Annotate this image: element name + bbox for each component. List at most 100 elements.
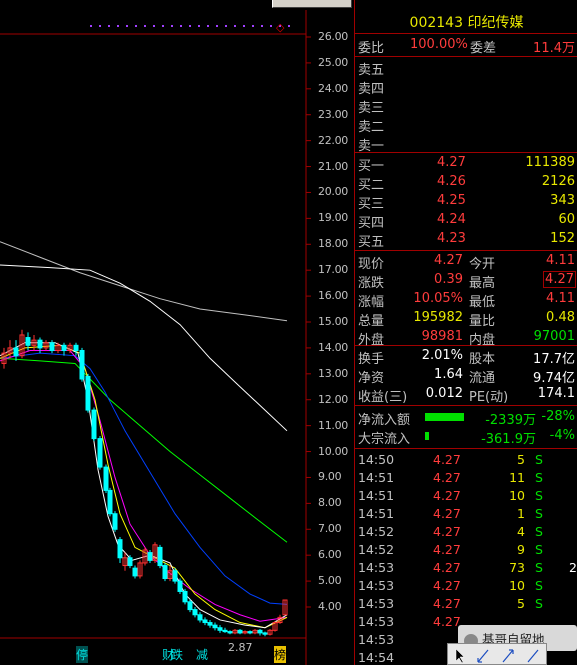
buy-label: 买二 xyxy=(358,178,385,193)
candle-body xyxy=(157,546,163,567)
candle-body xyxy=(207,622,213,626)
marker-dot xyxy=(207,25,209,27)
trade-volume: 9 xyxy=(517,542,525,557)
price-tick-label: 4.00 xyxy=(318,600,342,613)
trade-row: 14:52 4.27 4 S xyxy=(355,523,577,541)
trade-row: 14:53 4.27 73 S 2 xyxy=(355,559,577,577)
trade-time: 14:53 xyxy=(358,614,395,629)
trade-side: S xyxy=(535,578,543,593)
candle-body xyxy=(192,609,198,616)
candle-body xyxy=(61,344,67,351)
tag-reduce[interactable]: 减 xyxy=(196,646,208,663)
candle-body xyxy=(162,565,168,580)
candle-body xyxy=(112,513,118,530)
price-tick-label: 21.00 xyxy=(318,159,348,173)
marker-dot xyxy=(261,25,263,27)
buy-label: 买四 xyxy=(358,216,385,231)
quote-value: 4.27 xyxy=(543,271,576,288)
trade-side: S xyxy=(535,542,543,557)
trade-time: 14:53 xyxy=(358,596,395,611)
fundamental-label: 股本 xyxy=(469,352,496,367)
candle-body xyxy=(217,627,223,631)
fundamental-label: 净资 xyxy=(358,371,385,386)
weibi-value: 100.00% xyxy=(410,37,468,52)
trade-time: 14:50 xyxy=(358,452,395,467)
buy-price: 4.23 xyxy=(437,231,466,246)
candle-body xyxy=(247,631,253,634)
marker-dot xyxy=(189,25,191,27)
marker-dot xyxy=(144,25,146,27)
quote-row: 外盘 98981 内盘 97001 xyxy=(355,328,577,348)
ma-line-5 xyxy=(0,342,288,629)
price-tick-label: 23.00 xyxy=(318,107,348,121)
flow-label: 净流入额 xyxy=(358,413,411,428)
quote-row: 总量 195982 量比 0.48 xyxy=(355,309,577,329)
candle-body xyxy=(227,631,233,634)
flow-percent: -28% xyxy=(541,409,575,424)
trade-time: 14:51 xyxy=(358,488,395,503)
trade-side: S xyxy=(535,452,543,467)
quote-label: 现价 xyxy=(358,257,385,272)
quote-row: 现价 4.27 今开 4.11 xyxy=(355,252,577,272)
trade-tail: 2 xyxy=(569,560,577,575)
trade-price: 4.27 xyxy=(433,506,461,521)
trade-side: S xyxy=(535,524,543,539)
stock-code: 002143 xyxy=(409,15,463,31)
trade-row: 14:51 4.27 11 S xyxy=(355,469,577,487)
trade-price: 4.27 xyxy=(433,470,461,485)
flow-value: -361.9万 xyxy=(481,432,536,447)
price-tick-label: 26.00 xyxy=(318,30,348,43)
buy-row: 买五 4.23 152 xyxy=(355,230,577,250)
candle-body xyxy=(257,629,263,634)
weibi-row: 委比 100.00% 委差 11.4万 xyxy=(355,36,577,56)
price-tick-label: 19.00 xyxy=(318,211,348,225)
sell-row: 卖五 xyxy=(355,58,577,78)
trade-volume: 4 xyxy=(517,524,525,539)
candle-body xyxy=(103,466,109,491)
sell-row: 卖二 xyxy=(355,115,577,135)
tag-list[interactable]: 榜 xyxy=(274,646,287,663)
marker-dot xyxy=(153,25,155,27)
quote-row: 涨幅 10.05% 最低 4.11 xyxy=(355,290,577,310)
trade-price: 4.27 xyxy=(433,542,461,557)
trade-time: 14:54 xyxy=(358,650,395,665)
trade-volume: 73 xyxy=(509,560,525,575)
trade-time: 14:53 xyxy=(358,632,395,647)
sell-label: 卖四 xyxy=(358,82,385,97)
candle-body xyxy=(13,347,19,357)
buy-row: 买二 4.26 2126 xyxy=(355,173,577,193)
marker-dot xyxy=(117,25,119,27)
candle-body xyxy=(117,539,123,559)
candle-body xyxy=(73,344,79,351)
trade-time: 14:51 xyxy=(358,506,395,521)
tag-stop[interactable]: 停 xyxy=(76,646,89,663)
quote-label: 最低 xyxy=(469,295,496,310)
kline-canvas[interactable] xyxy=(0,10,354,665)
buy-label: 买一 xyxy=(358,159,385,174)
tag-drop[interactable]: 跌 xyxy=(171,646,183,663)
quote-panel: 002143 印纪传媒 委比 100.00% 委差 11.4万 卖五 卖四 卖三 卖二… xyxy=(354,0,577,665)
trade-price: 4.27 xyxy=(433,596,461,611)
ma-line-30 xyxy=(0,357,288,543)
price-tick-label: 20.00 xyxy=(318,185,348,199)
candle-body xyxy=(177,580,183,592)
fundamental-label: 换手 xyxy=(358,352,385,367)
sell-row: 卖四 xyxy=(355,77,577,97)
trade-row: 14:51 4.27 10 S xyxy=(355,487,577,505)
buy-price: 4.24 xyxy=(437,212,466,227)
toolbar-button[interactable] xyxy=(272,0,352,8)
candle-body xyxy=(187,601,193,611)
weicha-value: 11.4万 xyxy=(533,41,575,56)
candle-body xyxy=(212,624,218,629)
marker-dot xyxy=(99,25,101,27)
price-tick-label: 11.00 xyxy=(318,418,348,432)
trade-price: 4.27 xyxy=(433,614,461,629)
trade-volume: 1 xyxy=(517,506,525,521)
diamond-icon[interactable]: ◇ xyxy=(276,21,284,34)
candle-body xyxy=(222,629,228,633)
cursor-tool-box[interactable] xyxy=(447,643,547,665)
candle-body xyxy=(79,350,85,380)
fundamental-value: 174.1 xyxy=(537,386,575,401)
kline-chart[interactable]: 26.00 25.00 24.00 23.00 22.00 21.00 20.00 19.00… xyxy=(0,10,354,665)
marker-dot xyxy=(135,25,137,27)
